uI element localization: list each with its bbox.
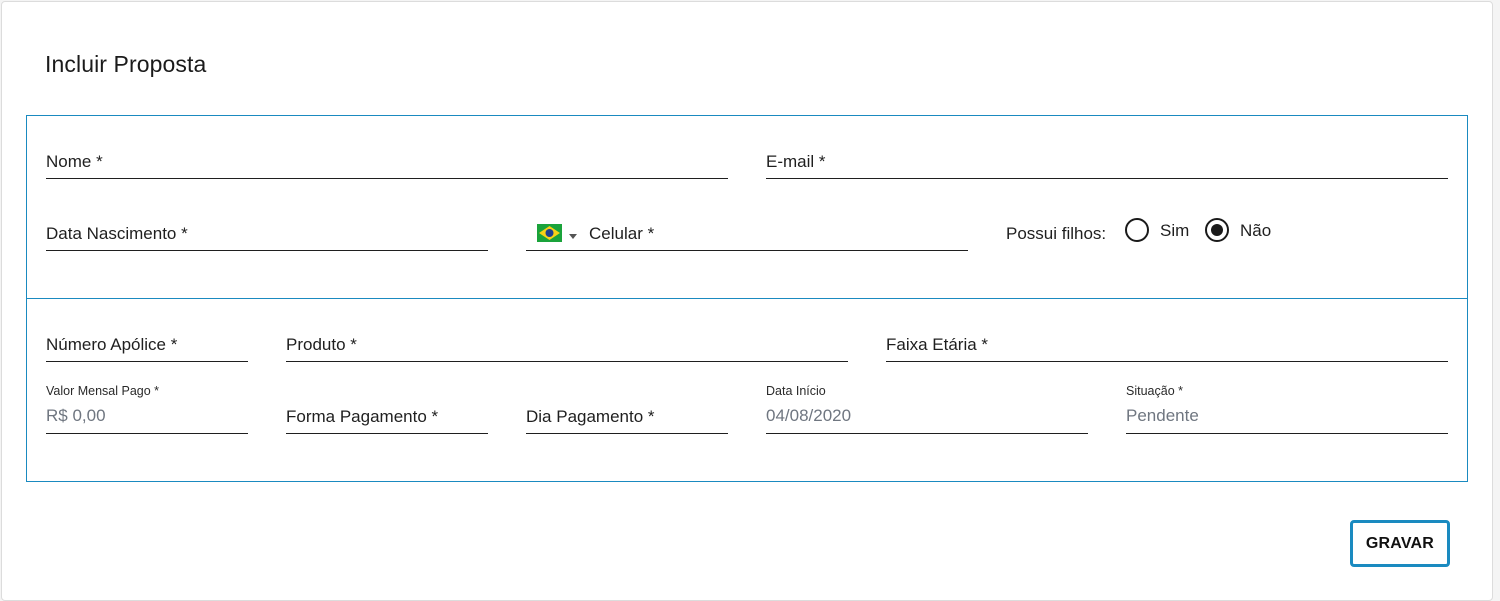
celular-field[interactable]: Celular * — [526, 218, 968, 251]
dia-pagamento-select[interactable]: Dia Pagamento * — [526, 401, 728, 434]
radio-nao[interactable] — [1205, 218, 1229, 242]
situacao-value: Pendente — [1126, 406, 1199, 425]
faixa-etaria-select[interactable]: Faixa Etária * — [886, 329, 1448, 362]
dia-pagamento-label: Dia Pagamento * — [526, 407, 655, 426]
brazil-flag-icon[interactable] — [537, 224, 562, 242]
situacao-field[interactable]: Situação * Pendente — [1126, 384, 1448, 434]
valor-mensal-label: Valor Mensal Pago * — [46, 384, 160, 398]
possui-filhos-label: Possui filhos: — [1006, 224, 1107, 243]
data-inicio-label: Data Início — [766, 384, 826, 398]
email-label: E-mail * — [766, 152, 826, 171]
page-title: Incluir Proposta — [45, 51, 207, 77]
chevron-down-icon[interactable] — [569, 234, 577, 239]
faixa-etaria-label: Faixa Etária * — [886, 335, 989, 354]
nome-label: Nome * — [46, 152, 103, 171]
celular-label: Celular * — [589, 224, 655, 243]
data-nascimento-field[interactable]: Data Nascimento * — [46, 218, 488, 251]
data-inicio-field[interactable]: Data Início 04/08/2020 — [766, 384, 1088, 434]
section-divider — [26, 298, 1468, 299]
valor-mensal-field[interactable]: Valor Mensal Pago * R$ 0,00 — [46, 384, 248, 434]
gravar-button[interactable]: GRAVAR — [1350, 520, 1450, 567]
email-field[interactable]: E-mail * — [766, 146, 1448, 179]
radio-nao-label[interactable]: Não — [1240, 221, 1271, 241]
situacao-label: Situação * — [1126, 384, 1183, 398]
forma-pagamento-select[interactable]: Forma Pagamento * — [286, 401, 488, 434]
produto-label: Produto * — [286, 335, 357, 354]
nome-field[interactable]: Nome * — [46, 146, 728, 179]
produto-select[interactable]: Produto * — [286, 329, 848, 362]
radio-sim-label[interactable]: Sim — [1160, 221, 1189, 241]
radio-sim[interactable] — [1125, 218, 1149, 242]
numero-apolice-field[interactable]: Número Apólice * — [46, 329, 248, 362]
numero-apolice-label: Número Apólice * — [46, 335, 178, 354]
valor-mensal-value: R$ 0,00 — [46, 406, 106, 425]
data-nascimento-label: Data Nascimento * — [46, 224, 188, 243]
forma-pagamento-label: Forma Pagamento * — [286, 407, 439, 426]
data-inicio-value: 04/08/2020 — [766, 406, 852, 425]
